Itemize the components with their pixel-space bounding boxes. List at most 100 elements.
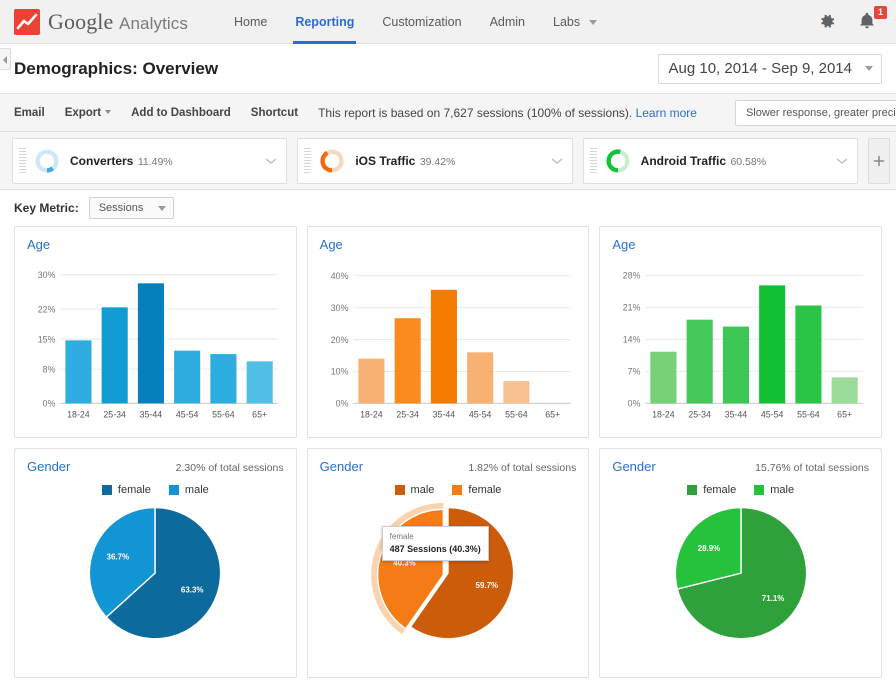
export-button[interactable]: Export: [65, 107, 111, 119]
gender-pie-chart-android[interactable]: 71.1%28.9%: [612, 500, 869, 670]
legend-label: male: [411, 484, 435, 496]
pie-legend: female male: [27, 484, 284, 496]
segment-card-android-traffic[interactable]: Android Traffic 60.58%: [583, 138, 858, 184]
pie-slice-label: 36.7%: [107, 552, 130, 561]
age-bar-chart-converters[interactable]: 0%8%15%22%30%18-2425-3435-4445-5455-6465…: [27, 258, 284, 430]
segment-card-ios-traffic[interactable]: iOS Traffic 39.42%: [297, 138, 572, 184]
svg-text:35-44: 35-44: [432, 410, 455, 420]
svg-text:0%: 0%: [335, 398, 348, 408]
age-bar-chart-ios[interactable]: 0%10%20%30%40%18-2425-3435-4445-5455-646…: [320, 258, 577, 430]
svg-text:20%: 20%: [330, 335, 348, 345]
date-range-picker[interactable]: Aug 10, 2014 - Sep 9, 2014: [658, 54, 882, 84]
svg-text:8%: 8%: [43, 364, 56, 374]
svg-text:55-64: 55-64: [505, 410, 528, 420]
segment-menu-chevron-icon[interactable]: [550, 154, 564, 168]
segment-percent: 11.49%: [138, 156, 173, 168]
chevron-down-icon: [589, 20, 597, 25]
segment-info: Converters 11.49%: [70, 152, 173, 170]
segment-donut-icon: [319, 148, 345, 174]
gender-pie-chart-ios[interactable]: 59.7%40.3% female 487 Sessions (40.3%): [320, 500, 577, 670]
panel-title: Gender: [612, 459, 655, 474]
nav-item-customization[interactable]: Customization: [382, 0, 461, 44]
panel-gender-android: Gender 15.76% of total sessions female m…: [599, 448, 882, 678]
google-analytics-logo[interactable]: Google Analytics: [14, 9, 188, 35]
panel-title: Gender: [320, 459, 363, 474]
plus-icon: [873, 155, 885, 167]
nav-item-reporting[interactable]: Reporting: [295, 0, 354, 44]
sidebar-collapse-toggle[interactable]: [0, 48, 11, 70]
segment-donut-icon: [34, 148, 60, 174]
add-segment-button[interactable]: [868, 138, 890, 184]
legend-swatch: [687, 485, 697, 495]
tooltip-title: female: [390, 531, 481, 543]
pie-slice-label: 63.3%: [181, 585, 204, 594]
tooltip-value: 487 Sessions (40.3%): [390, 543, 481, 555]
age-bar-chart-android[interactable]: 0%7%14%21%28%18-2425-3435-4445-5455-6465…: [612, 258, 869, 430]
add-to-dashboard-button[interactable]: Add to Dashboard: [131, 107, 231, 119]
legend-item[interactable]: female: [687, 484, 736, 496]
report-toolbar: Email Export Add to Dashboard Shortcut T…: [0, 94, 896, 132]
svg-text:30%: 30%: [38, 270, 56, 280]
svg-text:55-64: 55-64: [797, 410, 820, 420]
segment-bar: Converters 11.49% iOS Traffic 39.42%: [0, 132, 896, 190]
legend-label: male: [770, 484, 794, 496]
svg-text:35-44: 35-44: [140, 410, 163, 420]
svg-text:25-34: 25-34: [396, 410, 419, 420]
nav-item-labs[interactable]: Labs: [553, 0, 597, 44]
segment-menu-chevron-icon[interactable]: [835, 154, 849, 168]
panel-header: Age: [612, 237, 869, 252]
svg-text:35-44: 35-44: [725, 410, 748, 420]
panel-gender-converters: Gender 2.30% of total sessions female ma…: [14, 448, 297, 678]
report-sampling-note: This report is based on 7,627 sessions (…: [318, 106, 697, 120]
key-metric-select[interactable]: Sessions: [89, 197, 175, 219]
segment-card-converters[interactable]: Converters 11.49%: [12, 138, 287, 184]
page-title-bar: Demographics: Overview Aug 10, 2014 - Se…: [0, 44, 896, 94]
gender-pie-chart-converters[interactable]: 63.3% 36.7%: [27, 500, 284, 670]
drag-handle-icon[interactable]: [590, 148, 597, 174]
svg-text:18-24: 18-24: [360, 410, 383, 420]
panel-title: Age: [27, 237, 50, 252]
svg-text:0%: 0%: [628, 398, 641, 408]
page-title: Demographics: Overview: [14, 59, 218, 79]
panel-age-converters: Age 0%8%15%22%30%18-2425-3435-4445-5455-…: [14, 226, 297, 438]
panel-title: Age: [612, 237, 635, 252]
date-range-label: Aug 10, 2014 - Sep 9, 2014: [669, 60, 852, 77]
learn-more-link[interactable]: Learn more: [636, 106, 697, 120]
email-button[interactable]: Email: [14, 107, 45, 119]
sampling-precision-label: Slower response, greater precision: [746, 107, 896, 119]
legend-item[interactable]: male: [169, 484, 209, 496]
shortcut-button[interactable]: Shortcut: [251, 107, 298, 119]
panel-header: Gender 15.76% of total sessions: [612, 459, 869, 474]
nav-item-home[interactable]: Home: [234, 0, 267, 44]
legend-item[interactable]: female: [452, 484, 501, 496]
svg-text:45-54: 45-54: [176, 410, 199, 420]
svg-text:45-54: 45-54: [469, 410, 492, 420]
segment-menu-chevron-icon[interactable]: [264, 154, 278, 168]
legend-swatch: [754, 485, 764, 495]
drag-handle-icon[interactable]: [19, 148, 26, 174]
svg-text:65+: 65+: [545, 410, 560, 420]
chevron-down-icon: [865, 66, 873, 71]
panel-header: Gender 2.30% of total sessions: [27, 459, 284, 474]
panel-gender-ios: Gender 1.82% of total sessions male fema…: [307, 448, 590, 678]
svg-text:25-34: 25-34: [689, 410, 712, 420]
sampling-precision-select[interactable]: Slower response, greater precision: [735, 100, 896, 126]
svg-text:65+: 65+: [252, 410, 267, 420]
drag-handle-icon[interactable]: [304, 148, 311, 174]
segment-donut-icon: [605, 148, 631, 174]
legend-item[interactable]: male: [754, 484, 794, 496]
notifications-bell[interactable]: 1: [858, 12, 878, 32]
panel-header: Gender 1.82% of total sessions: [320, 459, 577, 474]
legend-item[interactable]: male: [395, 484, 435, 496]
brand-google: Google: [48, 9, 113, 34]
legend-label: male: [185, 484, 209, 496]
age-panels-grid: Age 0%8%15%22%30%18-2425-3435-4445-5455-…: [0, 226, 896, 438]
svg-text:28%: 28%: [623, 270, 641, 280]
segment-name: iOS Traffic: [355, 154, 415, 168]
nav-item-admin[interactable]: Admin: [490, 0, 525, 44]
segment-percent: 60.58%: [730, 156, 766, 168]
gear-icon[interactable]: [819, 13, 836, 30]
chevron-down-icon: [158, 206, 166, 211]
legend-item[interactable]: female: [102, 484, 151, 496]
key-metric-selected-value: Sessions: [99, 202, 144, 214]
